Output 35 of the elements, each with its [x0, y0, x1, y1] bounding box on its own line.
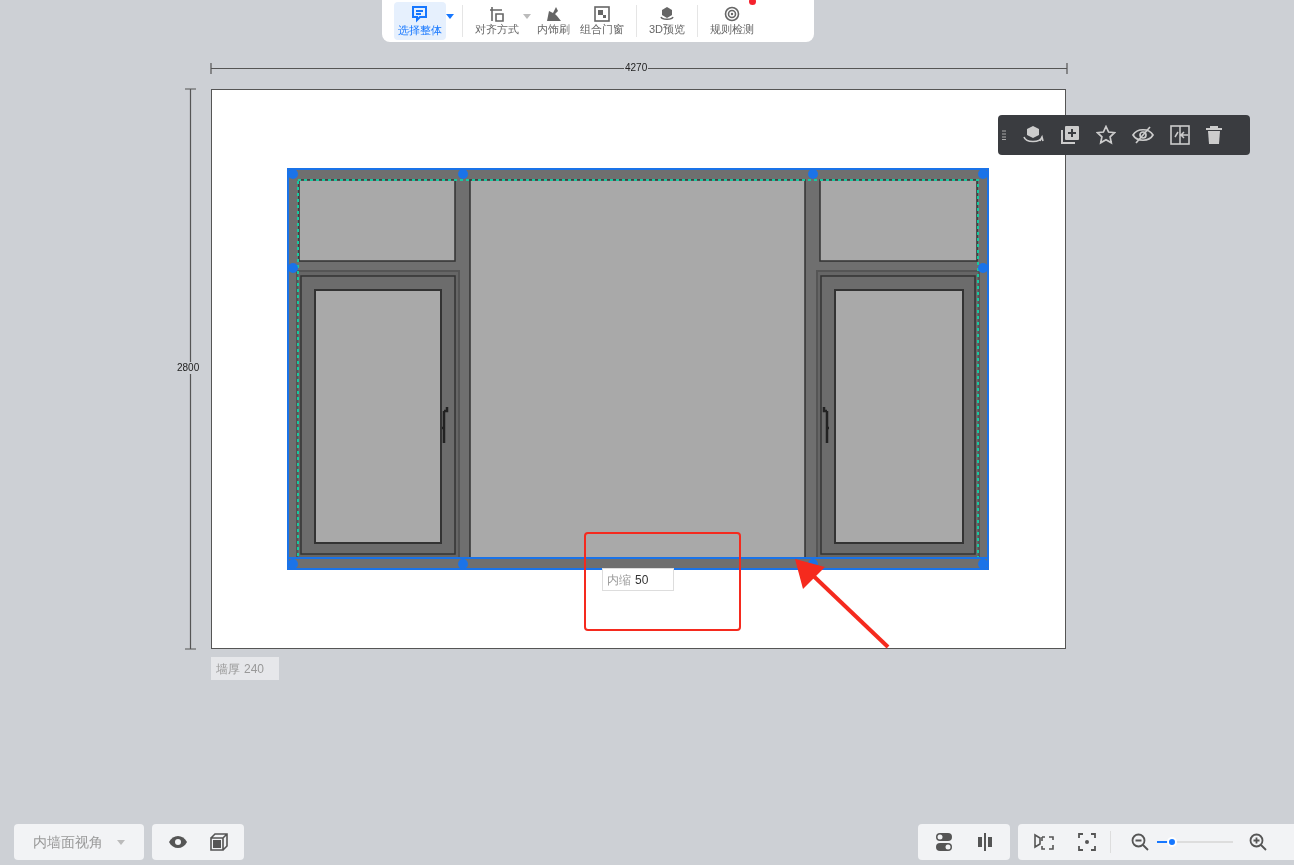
- width-dimension: 4270: [624, 62, 649, 74]
- cube-rotate-icon: [659, 6, 676, 22]
- target-icon: [724, 6, 741, 22]
- caret-icon[interactable]: [446, 14, 454, 19]
- align-center-icon[interactable]: [977, 833, 993, 851]
- wall-thickness-label: 墙厚 240: [211, 657, 279, 680]
- toolbar-button[interactable]: 组合门窗: [576, 2, 628, 40]
- height-dimension: 2800: [177, 362, 200, 374]
- list-select-icon: [411, 5, 429, 23]
- focus-icon[interactable]: [1078, 833, 1096, 851]
- star-icon[interactable]: [1096, 125, 1116, 145]
- eye-off-icon[interactable]: [1132, 126, 1154, 144]
- toggle-icon[interactable]: [935, 832, 953, 852]
- caret-icon: [117, 839, 125, 845]
- align-icon: [489, 6, 505, 22]
- drag-handle-icon[interactable]: [1002, 130, 1006, 140]
- cube-rotate-icon[interactable]: [1022, 125, 1044, 145]
- toolbar-button[interactable]: 对齐方式: [471, 2, 523, 40]
- window-drawing[interactable]: [287, 168, 989, 570]
- zoom-out-icon[interactable]: [1131, 833, 1149, 851]
- brush-icon: [544, 6, 563, 22]
- toolbar-button[interactable]: 内饰刷: [533, 2, 574, 40]
- toolbar-button[interactable]: 3D预览: [645, 2, 690, 40]
- fit-frame-icon[interactable]: [1034, 833, 1054, 851]
- eye-icon[interactable]: [168, 835, 188, 849]
- toolbar-button[interactable]: 选择整体: [394, 2, 446, 40]
- cube-icon[interactable]: [210, 833, 228, 851]
- toolbar-button[interactable]: 规则检测: [706, 2, 759, 40]
- inset-field[interactable]: 内缩 50: [602, 568, 674, 591]
- zoom-slider-thumb[interactable]: [1167, 837, 1178, 847]
- window-grid-icon: [594, 6, 610, 22]
- copy-add-icon[interactable]: [1060, 125, 1080, 145]
- zoom-slider[interactable]: [1157, 836, 1233, 848]
- zoom-in-icon[interactable]: [1249, 833, 1267, 851]
- trash-icon[interactable]: [1206, 126, 1222, 144]
